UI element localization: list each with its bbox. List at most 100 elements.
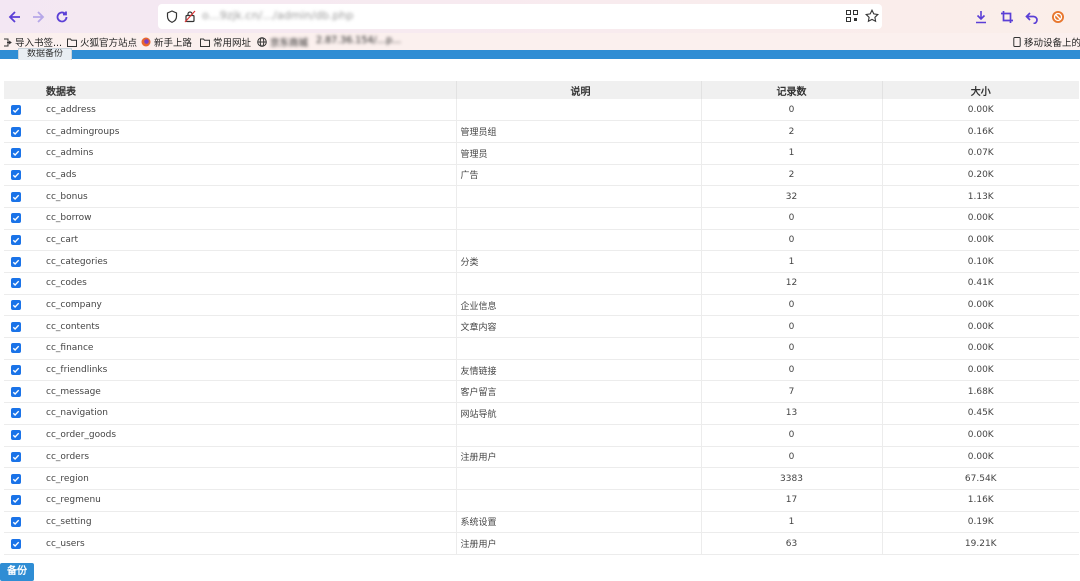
table-cell-name: cc_company [42,294,457,317]
row-checkbox[interactable] [11,451,21,462]
folder-icon [200,38,210,47]
row-checkbox[interactable] [11,126,21,137]
table-cell-desc: 注册用户 [456,446,702,469]
row-checkbox[interactable] [11,169,21,180]
header-desc: 说明 [456,81,702,99]
table-cell-count: 17 [701,489,883,512]
reload-button[interactable] [51,6,73,28]
forward-button[interactable] [27,6,49,28]
table-cell-name: cc_users [42,532,457,555]
table-cell-size: 0.20K [882,164,1079,187]
table-cell-count: 0 [701,446,883,469]
table-row: cc_address 0 0.00K [4,99,1079,122]
table-row: cc_bonus 32 1.13K [4,185,1079,208]
table-cell-size: 19.21K [882,532,1079,555]
row-checkbox[interactable] [11,148,21,159]
row-checkbox[interactable] [11,278,21,289]
row-checkbox[interactable] [11,234,21,245]
row-checkbox[interactable] [11,343,21,354]
bookmark-firefox-site[interactable]: 火狐官方站点 [67,35,137,49]
screenshot-button[interactable] [996,6,1018,28]
bookmark-getting-started[interactable]: 新手上路 [141,35,192,49]
mobile-device-icon [1013,37,1021,47]
checkmark-icon [12,324,20,330]
table-row: cc_company 企业信息 0 0.00K [4,294,1079,317]
table-cell-count: 1 [701,511,883,534]
row-checkbox[interactable] [11,408,21,419]
row-checkbox-cell [4,142,42,165]
bookmark-label: 移动设备上的书 [1024,38,1080,49]
bookmark-label: 2.87.36.154/…p... [316,35,402,46]
row-checkbox-cell [4,99,42,122]
row-checkbox[interactable] [11,256,21,267]
table-row: cc_message 客户留言 7 1.68K [4,380,1079,404]
table-cell-count: 13 [701,402,883,425]
qr-code-icon [846,10,858,22]
row-checkbox-cell [4,294,42,317]
table-cell-desc [456,424,702,447]
backup-button[interactable]: 备份 [0,563,34,581]
table-row: cc_regmenu 17 1.16K [4,489,1079,512]
table-row: cc_orders 注册用户 0 0.00K [4,446,1079,469]
row-checkbox[interactable] [11,386,21,397]
undo-button[interactable] [1021,6,1043,28]
table-cell-name: cc_finance [42,337,457,360]
checkmark-icon [12,497,20,504]
table-cell-size: 0.19K [882,511,1079,534]
table-cell-desc [456,207,702,230]
tab-backup[interactable]: 数据备份 [18,48,72,60]
bookmark-common-sites[interactable]: 常用网址 [200,35,251,49]
checkmark-icon [12,454,20,460]
table-row: cc_contents 文章内容 0 0.00K [4,315,1079,339]
table-cell-count: 12 [701,272,883,295]
table-cell-count: 63 [701,532,883,555]
table-row: cc_admingroups 管理员组 2 0.16K [4,120,1079,143]
bookmark-label: 京东商城 [270,38,309,49]
row-checkbox[interactable] [11,213,21,224]
row-checkbox-cell [4,120,42,143]
row-checkbox[interactable] [11,430,21,441]
table-cell-count: 0 [701,99,883,122]
row-checkbox[interactable] [11,538,21,549]
table-row: cc_navigation 网站导航 13 0.45K [4,402,1079,425]
table-cell-name: cc_order_goods [42,424,457,447]
row-checkbox[interactable] [11,300,21,311]
table-cell-size: 0.41K [882,272,1079,295]
table-row: cc_finance 0 0.00K [4,337,1079,360]
checkmark-icon [12,389,20,395]
table-cell-size: 0.16K [882,120,1079,143]
reload-icon [56,11,68,23]
address-bar[interactable]: o…9zjk.cn/…/admin/db.php [158,4,882,29]
row-checkbox[interactable] [11,365,21,376]
url-text: o…9zjk.cn/…/admin/db.php [202,9,354,22]
bookmark-mobile[interactable]: 移动设备上的书 [1013,35,1080,49]
bookmark-ip[interactable]: 2.87.36.154/…p... [316,35,401,46]
table-cell-desc: 网站导航 [456,402,702,425]
checkmark-icon [12,107,20,113]
back-button[interactable] [4,6,26,28]
row-checkbox[interactable] [11,104,21,115]
bookmark-jd[interactable]: 京东商城 [257,35,308,49]
row-checkbox[interactable] [11,516,21,527]
row-checkbox[interactable] [11,321,21,332]
bookmark-import[interactable]: 导入书签... [3,35,62,49]
table-cell-desc [456,272,702,295]
backup-table: 数据表 说明 记录数 大小 cc_address 0 0.00K cc_admingr… [4,81,1079,555]
row-checkbox-cell [4,164,42,187]
row-checkbox[interactable] [11,495,21,506]
table-cell-desc: 文章内容 [456,315,702,339]
row-checkbox-cell [4,402,42,425]
downloads-button[interactable] [970,6,992,28]
table-cell-name: cc_bonus [42,185,457,208]
table-cell-size: 0.00K [882,99,1079,122]
checkmark-icon [12,367,20,374]
table-cell-count: 0 [701,229,883,252]
table-cell-name: cc_borrow [42,207,457,230]
extension-button[interactable] [1047,6,1069,28]
checkmark-icon [12,150,20,157]
row-checkbox[interactable] [11,473,21,484]
bookmarks-bar: 导入书签... 火狐官方站点 新手上路 常用网址 京东商城 2.87.36.15… [0,33,1080,50]
table-cell-name: cc_codes [42,272,457,295]
row-checkbox[interactable] [11,191,21,202]
bookmark-label: 新手上路 [154,38,193,49]
